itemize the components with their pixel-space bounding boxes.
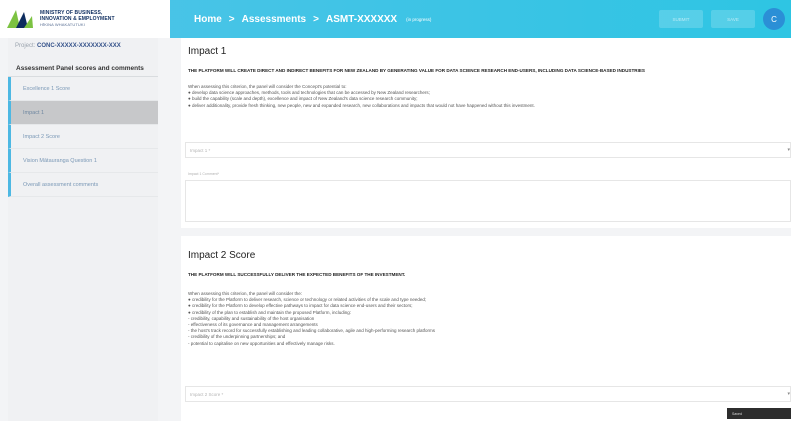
project-label: Project: CONC-XXXXX-XXXXXXX-XXX [15,43,121,49]
sidebar: Project: CONC-XXXXX-XXXXXXX-XXX Assessme… [8,38,158,421]
sidebar-item-impact-1[interactable]: Impact 1 [8,101,158,125]
section-subtitle: THE PLATFORM WILL SUCCESSFULLY DELIVER T… [188,272,406,277]
save-button[interactable]: SAVE [711,10,755,28]
breadcrumb-separator: > [228,13,235,25]
impact-2-score-select[interactable]: Impact 2 Score * ▾ [185,386,791,402]
main-content: Impact 1 THE PLATFORM WILL CREATE DIRECT… [181,38,791,421]
submit-button[interactable]: SUBMIT [659,10,703,28]
ministry-logo[interactable]: MINISTRY OF BUSINESS, INNOVATION & EMPLO… [0,0,170,38]
section-title: Impact 1 [188,46,227,57]
fern-logo-icon [7,10,33,28]
avatar[interactable]: C [763,8,785,30]
breadcrumb-separator: > [313,13,319,25]
impact-2-section: Impact 2 Score THE PLATFORM WILL SUCCESS… [181,236,791,421]
section-subtitle: THE PLATFORM WILL CREATE DIRECT AND INDI… [188,68,645,73]
breadcrumb-home[interactable]: Home [194,14,222,25]
breadcrumb-assessments[interactable]: Assessments [242,14,306,25]
sidebar-title: Assessment Panel scores and comments [8,55,158,77]
project-id[interactable]: CONC-XXXXX-XXXXXXX-XXX [37,43,121,49]
logo-line-3: HĪKINA WHAKATUTUKI [40,22,85,27]
comment-label: Impact 1 Comment* [188,172,219,176]
chevron-down-icon: ▾ [787,391,790,397]
chevron-down-icon: ▾ [787,147,790,153]
section-title: Impact 2 Score [188,250,256,261]
impact-1-select[interactable]: Impact 1 * ▾ [185,142,791,158]
breadcrumb: Home > Assessments > ASMT-XXXXXX (in pro… [194,14,431,25]
toast-notification: Saved [727,408,791,419]
impact-1-comment-field[interactable] [185,180,791,222]
sidebar-item-vision-matauranga[interactable]: Vision Mātauranga Question 1 [8,149,158,173]
criteria-text: When assessing this criterion, the panel… [188,291,435,346]
status-badge: (in progress) [406,16,432,22]
criteria-text: When assessing this criterion, the panel… [188,84,535,108]
sidebar-item-impact-2-score[interactable]: Impact 2 Score [8,125,158,149]
impact-1-section: Impact 1 THE PLATFORM WILL CREATE DIRECT… [181,38,791,228]
sidebar-item-excellence-1-score[interactable]: Excellence 1 Score [8,77,158,101]
sidebar-item-overall-comments[interactable]: Overall assessment comments [8,173,158,197]
breadcrumb-current: ASMT-XXXXXX [325,13,398,25]
top-bar: MINISTRY OF BUSINESS, INNOVATION & EMPLO… [0,0,791,38]
